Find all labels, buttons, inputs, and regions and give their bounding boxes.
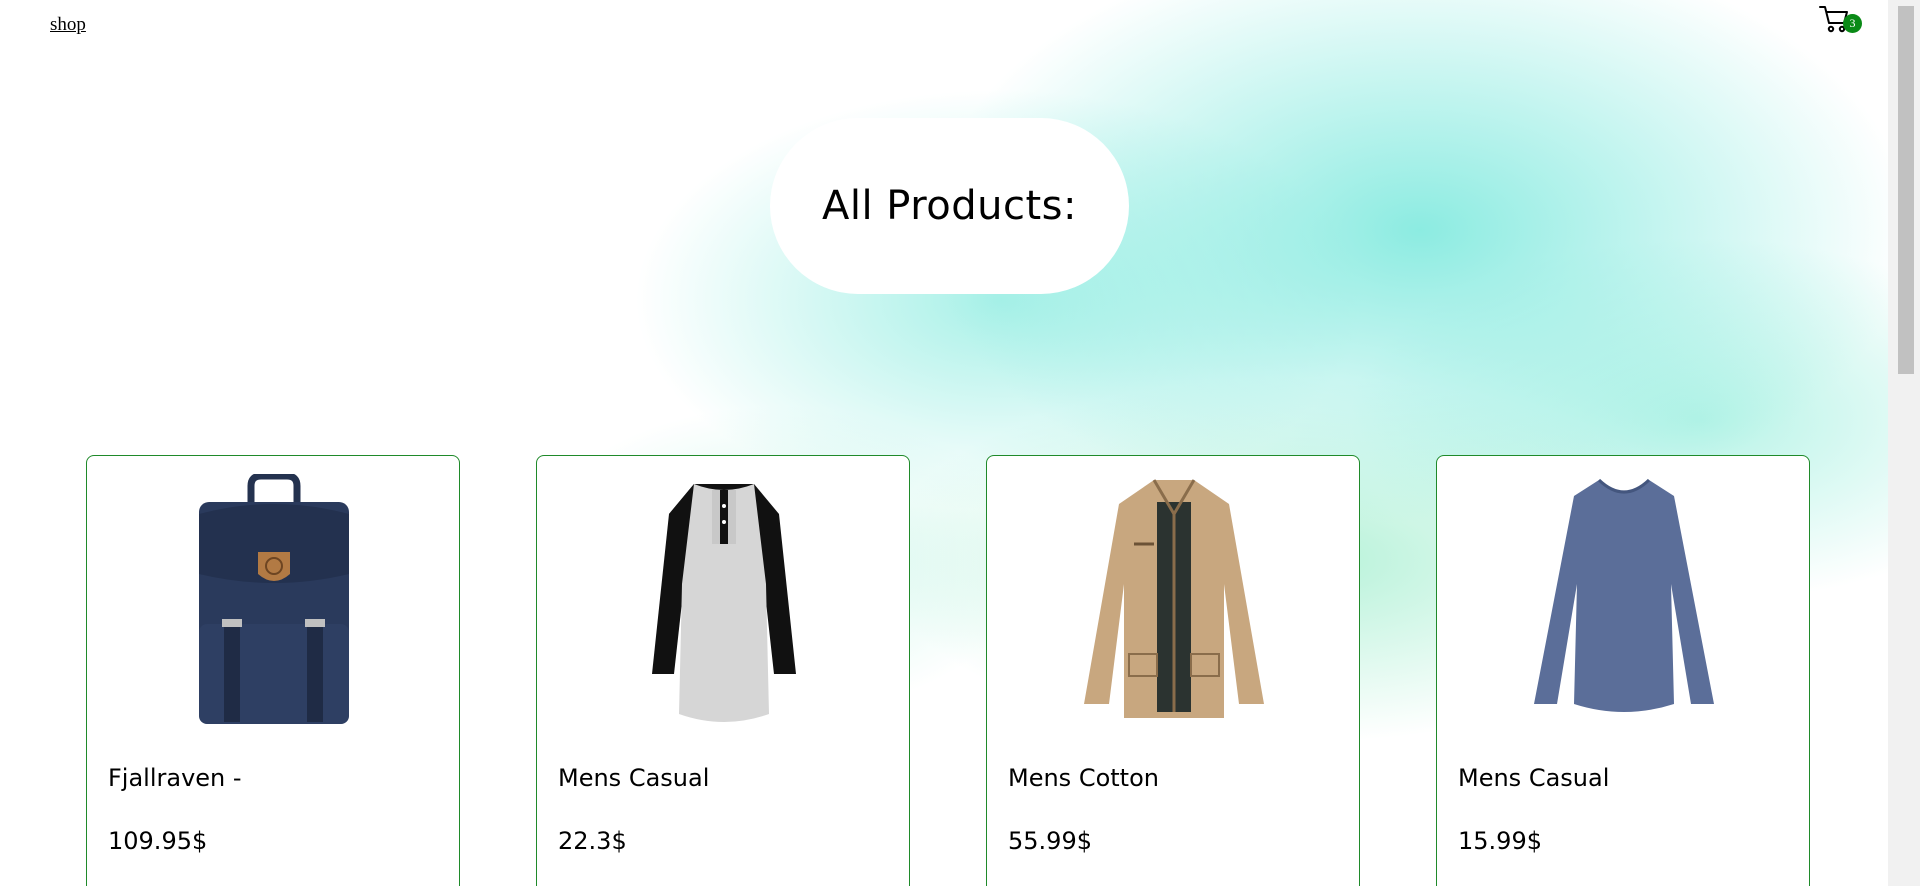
shop-link[interactable]: shop [50,14,86,36]
product-card[interactable]: Mens Cotton 55.99$ [986,455,1360,886]
product-image[interactable] [87,474,461,726]
page-title: All Products: [822,183,1077,229]
scrollbar-thumb[interactable] [1898,6,1914,374]
product-card[interactable]: Fjallraven - 109.95$ [86,455,460,886]
backpack-image [199,474,349,724]
cart-count-badge: 3 [1843,14,1862,33]
hero-banner: All Products: [770,118,1129,294]
product-card[interactable]: Mens Casual 22.3$ [536,455,910,886]
product-price: 55.99$ [1008,827,1092,855]
raglan-shirt-image [652,484,796,722]
product-image[interactable] [537,474,911,726]
cart-button[interactable]: 3 [1818,4,1862,36]
product-price: 22.3$ [558,827,627,855]
cotton-jacket-image [1084,479,1264,718]
product-title[interactable]: Mens Cotton [1008,764,1159,792]
product-title[interactable]: Fjallraven - [108,764,242,792]
product-image[interactable] [1437,474,1811,726]
product-price: 109.95$ [108,827,208,855]
product-image[interactable] [987,474,1361,726]
page: shop 3 All Products: Fjallraven - 109.95… [0,0,1888,886]
page-scrollbar[interactable] [1888,0,1920,886]
product-title[interactable]: Mens Casual [558,764,709,792]
product-price: 15.99$ [1458,827,1542,855]
long-sleeve-shirt-image [1534,478,1714,712]
product-card[interactable]: Mens Casual 15.99$ [1436,455,1810,886]
product-title[interactable]: Mens Casual [1458,764,1609,792]
